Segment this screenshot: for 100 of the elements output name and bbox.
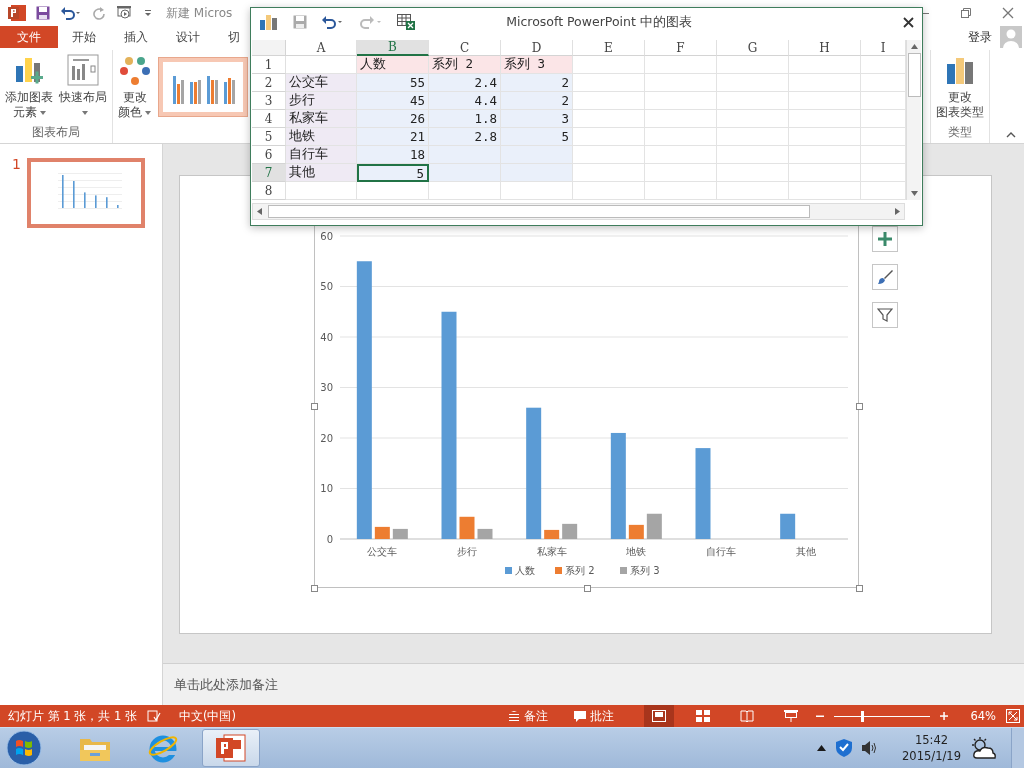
chart-filter-button[interactable] — [872, 302, 898, 328]
clock-date[interactable]: 2015/1/19 — [902, 748, 961, 764]
table-cell[interactable]: 3 — [501, 110, 573, 128]
table-cell[interactable] — [717, 110, 789, 128]
column-header[interactable]: D — [501, 40, 573, 56]
table-cell[interactable]: 21 — [357, 128, 429, 146]
row-header[interactable]: 6 — [252, 146, 286, 164]
customize-menu-icon[interactable] — [144, 9, 152, 17]
table-cell[interactable] — [429, 164, 501, 182]
vertical-scrollbar[interactable] — [906, 40, 921, 200]
column-header[interactable]: I — [861, 40, 906, 56]
table-cell[interactable]: 18 — [357, 146, 429, 164]
table-cell[interactable] — [645, 74, 717, 92]
table-cell[interactable] — [357, 182, 429, 200]
table-cell[interactable]: 2 — [501, 74, 573, 92]
table-cell[interactable] — [645, 56, 717, 74]
row-header[interactable]: 7 — [252, 164, 286, 182]
scroll-right-icon[interactable] — [895, 208, 900, 215]
scroll-down-icon[interactable] — [910, 191, 918, 196]
table-cell[interactable] — [429, 146, 501, 164]
sign-in-link[interactable]: 登录 — [968, 28, 992, 46]
table-cell[interactable]: 2.8 — [429, 128, 501, 146]
table-cell[interactable] — [645, 164, 717, 182]
zoom-level[interactable]: 64% — [970, 709, 996, 723]
restore-icon[interactable] — [960, 7, 972, 19]
resize-handle[interactable] — [856, 402, 863, 410]
table-cell[interactable] — [717, 74, 789, 92]
shield-icon[interactable] — [836, 739, 853, 757]
table-cell[interactable] — [573, 110, 645, 128]
spreadsheet-icon[interactable] — [397, 14, 415, 30]
fit-to-window-icon[interactable] — [1006, 709, 1020, 723]
table-cell[interactable]: 步行 — [286, 92, 357, 110]
file-tab[interactable]: 文件 — [0, 26, 58, 48]
scrollbar-thumb[interactable] — [268, 205, 810, 218]
table-cell[interactable] — [789, 74, 861, 92]
table-cell[interactable] — [645, 182, 717, 200]
change-chart-type-button[interactable]: 更改 图表类型 — [934, 50, 986, 122]
chart-frame[interactable]: 0 10 20 30 40 50 60 公交车 步行 私家车 地铁 自行车 其他 人数 系列 2 系列 3 — [314, 223, 859, 588]
ribbon-tab[interactable]: 开始 — [58, 26, 110, 48]
show-desktop-button[interactable] — [1011, 728, 1024, 768]
undo-icon[interactable] — [321, 15, 345, 29]
table-cell[interactable]: 私家车 — [286, 110, 357, 128]
volume-icon[interactable] — [862, 741, 879, 755]
column-header[interactable]: B — [357, 40, 429, 56]
table-cell[interactable]: 4.4 — [429, 92, 501, 110]
table-cell[interactable]: 5 — [501, 128, 573, 146]
taskbar-button[interactable] — [202, 729, 260, 767]
column-header[interactable]: F — [645, 40, 717, 56]
close-icon[interactable] — [903, 16, 914, 28]
table-cell[interactable]: 45 — [357, 92, 429, 110]
table-cell[interactable] — [573, 74, 645, 92]
scroll-up-icon[interactable] — [910, 44, 918, 49]
table-cell[interactable] — [573, 92, 645, 110]
table-cell[interactable] — [573, 128, 645, 146]
column-header[interactable]: G — [717, 40, 789, 56]
table-cell[interactable]: 26 — [357, 110, 429, 128]
table-cell[interactable] — [573, 182, 645, 200]
chart-styles-button[interactable] — [872, 264, 898, 290]
table-cell[interactable] — [717, 128, 789, 146]
table-cell[interactable] — [645, 128, 717, 146]
start-button-icon[interactable] — [6, 730, 42, 766]
language-label[interactable]: 中文(中国) — [178, 708, 236, 724]
table-cell[interactable] — [789, 56, 861, 74]
table-cell[interactable] — [501, 146, 573, 164]
table-cell[interactable] — [286, 182, 357, 200]
change-colors-button[interactable]: 更改 颜色 — [116, 50, 153, 122]
table-cell[interactable]: 系列 2 — [429, 56, 501, 74]
table-cell[interactable] — [789, 92, 861, 110]
weather-icon[interactable] — [971, 737, 997, 759]
resize-handle[interactable] — [856, 585, 863, 592]
slide-thumbnail[interactable] — [26, 158, 145, 228]
table-cell[interactable]: 1.8 — [429, 110, 501, 128]
save-icon[interactable] — [36, 6, 50, 20]
slideshow-icon[interactable] — [116, 5, 134, 21]
resize-handle[interactable] — [311, 402, 318, 410]
undo-icon[interactable] — [60, 6, 82, 20]
table-cell[interactable] — [645, 146, 717, 164]
table-cell[interactable] — [789, 110, 861, 128]
table-cell[interactable] — [789, 146, 861, 164]
clock-time[interactable]: 15:42 — [914, 732, 949, 748]
resize-handle[interactable] — [583, 585, 591, 592]
table-cell[interactable]: 其他 — [286, 164, 357, 182]
add-chart-element-button[interactable]: 添加图表 元素 — [3, 50, 55, 122]
table-cell[interactable]: 2.4 — [429, 74, 501, 92]
ribbon-tab[interactable]: 设计 — [162, 26, 214, 48]
scrollbar-thumb[interactable] — [907, 53, 921, 97]
row-header[interactable]: 1 — [252, 56, 286, 74]
show-hidden-icons-icon[interactable] — [817, 745, 827, 751]
notes-button[interactable]: 备注 — [508, 708, 549, 724]
table-cell[interactable] — [717, 92, 789, 110]
quick-layout-button[interactable]: 快速布局 — [57, 50, 109, 122]
row-header[interactable]: 8 — [252, 182, 286, 200]
column-header[interactable]: E — [573, 40, 645, 56]
table-cell[interactable]: 2 — [501, 92, 573, 110]
ribbon-tab[interactable]: 插入 — [110, 26, 162, 48]
column-header[interactable]: A — [286, 40, 357, 56]
table-cell[interactable]: 人数 — [357, 56, 429, 74]
row-header[interactable]: 5 — [252, 128, 286, 146]
table-cell[interactable] — [573, 164, 645, 182]
scroll-left-icon[interactable] — [257, 208, 262, 215]
